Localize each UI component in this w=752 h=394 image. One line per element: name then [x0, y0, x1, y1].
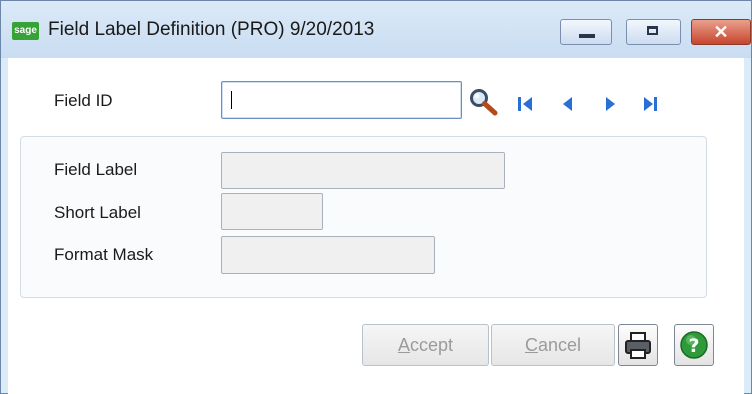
last-bar — [654, 97, 657, 111]
help-button[interactable]: ? — [674, 324, 714, 366]
format-mask-label: Format Mask — [54, 245, 154, 264]
field-id-input[interactable] — [221, 81, 462, 119]
maximize-icon — [647, 26, 658, 35]
text-caret — [231, 91, 232, 109]
next-record-icon[interactable] — [600, 93, 622, 115]
field-id-label: Field ID — [54, 91, 113, 110]
first-record-icon[interactable] — [515, 93, 537, 115]
print-button[interactable] — [618, 324, 658, 366]
close-icon: ✕ — [713, 22, 729, 42]
short-label-input[interactable] — [221, 193, 323, 230]
cancel-button[interactable]: Cancel — [491, 324, 615, 366]
magnifier-icon[interactable] — [468, 87, 500, 117]
printer-icon — [625, 332, 651, 359]
field-label-input[interactable] — [221, 152, 505, 189]
title-bar[interactable]: sage Field Label Definition (PRO) 9/20/2… — [1, 1, 751, 58]
minimize-icon — [579, 34, 595, 38]
accept-label: ccept — [409, 335, 454, 355]
accept-button[interactable]: Accept — [362, 324, 489, 366]
dialog-body: Field ID Field Label Short Label Format … — [8, 58, 744, 394]
short-label-label: Short Label — [54, 203, 141, 222]
previous-record-icon[interactable] — [558, 93, 580, 115]
format-mask-input[interactable] — [221, 236, 435, 274]
dialog-window: sage Field Label Definition (PRO) 9/20/2… — [0, 0, 752, 394]
previous-arrow — [563, 97, 572, 111]
last-record-icon[interactable] — [640, 93, 662, 115]
next-arrow — [606, 97, 615, 111]
window-title: Field Label Definition (PRO) 9/20/2013 — [48, 19, 375, 40]
close-button[interactable]: ✕ — [691, 19, 751, 45]
accept-access-key: A — [397, 335, 410, 355]
help-icon: ? — [680, 331, 708, 359]
cancel-label: ancel — [537, 335, 582, 355]
field-label-label: Field Label — [54, 160, 138, 179]
help-glyph: ? — [688, 335, 699, 357]
cancel-access-key: C — [524, 335, 538, 355]
sage-logo: sage — [12, 22, 39, 40]
first-arrow — [523, 97, 532, 111]
last-arrow — [644, 97, 653, 111]
minimize-button[interactable] — [560, 19, 612, 45]
maximize-button[interactable] — [626, 19, 681, 45]
first-bar — [518, 97, 521, 111]
